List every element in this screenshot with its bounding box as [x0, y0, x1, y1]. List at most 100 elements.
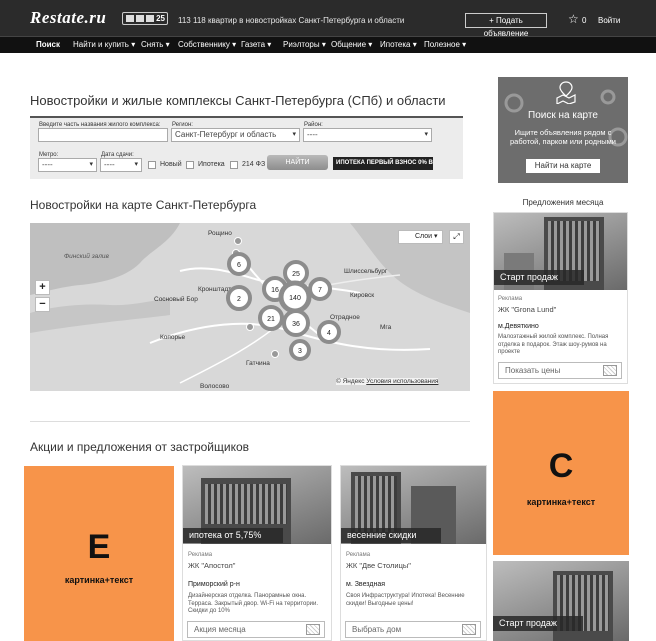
nav-item-mortgage[interactable]: Ипотека ▾ — [380, 40, 417, 49]
place-label: Копорье — [160, 334, 186, 341]
map-attribution: © Яндекс Условия использования — [336, 378, 439, 385]
mortgage-promo-banner[interactable]: ИПОТЕКА ПЕРВЫЙ ВЗНОС 0% ВОТ ЭТО ДА! — [333, 157, 433, 170]
offer-ribbon: Старт продаж — [494, 270, 584, 285]
law214-checkbox-label: 214 ФЗ — [242, 161, 266, 168]
map-cluster[interactable]: 6 — [227, 252, 251, 276]
fullscreen-icon[interactable]: ⤢ — [449, 230, 464, 244]
map-pin-icon[interactable] — [271, 350, 279, 358]
nav-item-community[interactable]: Общение ▾ — [331, 40, 372, 49]
cluster-count: 21 — [267, 316, 275, 323]
find-button[interactable]: НАЙТИ — [267, 155, 328, 170]
main-nav: Поиск Найти и купить ▾ Снять ▾ Собственн… — [0, 36, 656, 53]
place-label: Кировск — [350, 292, 374, 299]
complex-location: м.Девяткино — [498, 323, 539, 330]
cluster-count: 4 — [327, 330, 331, 337]
mortgage-checkbox[interactable] — [186, 161, 194, 169]
ad-label: Реклама — [188, 552, 213, 558]
anniversary-badge: 25 — [122, 12, 168, 25]
badge-number: 25 — [156, 14, 165, 23]
cluster-count: 16 — [271, 287, 279, 294]
map-terms-link[interactable]: Условия использования — [366, 378, 438, 385]
map-thumb-icon — [462, 624, 476, 635]
offer-ribbon: ипотека от 5,75% — [183, 528, 283, 543]
map-thumb-icon — [603, 365, 617, 376]
map-cluster[interactable]: 4 — [317, 320, 341, 344]
site-logo[interactable]: Restate.ru — [30, 8, 106, 28]
map-pin-icon[interactable] — [234, 237, 242, 245]
complex-location: м. Звездная — [346, 581, 385, 588]
nav-item-buy[interactable]: Найти и купить ▾ — [73, 40, 135, 49]
nav-item-newspaper[interactable]: Газета ▾ — [241, 40, 271, 49]
map-pin-icon — [556, 81, 576, 104]
map-cluster[interactable]: 21 — [258, 305, 284, 331]
mortgage-checkbox-label: Ипотека — [198, 161, 225, 168]
complex-name-input[interactable] — [38, 128, 168, 142]
place-label: Финский залив — [64, 252, 109, 260]
bay-water — [30, 298, 170, 333]
complex-location: Приморский р-н — [188, 581, 240, 588]
cluster-count: 7 — [318, 287, 322, 294]
cluster-count: 3 — [298, 348, 302, 355]
section-divider — [30, 421, 470, 422]
complex-name[interactable]: ЖК "Две Столицы" — [346, 561, 411, 570]
top-bar: Restate.ru 25 113 118 квартир в новостро… — [0, 0, 656, 38]
header-tagline: 113 118 квартир в новостройках Санкт-Пет… — [178, 16, 405, 25]
offer-ribbon: Старт продаж — [493, 616, 583, 631]
cluster-count: 36 — [292, 321, 300, 328]
cluster-count: 140 — [289, 295, 301, 302]
complex-name[interactable]: ЖК "Grona Lund" — [498, 305, 556, 314]
offer-action-button[interactable]: Акция месяца — [187, 621, 325, 638]
complex-description: Своя Инфраструктура! Ипотека! Весенние с… — [346, 593, 465, 607]
map-cluster[interactable]: 36 — [282, 309, 310, 337]
law214-checkbox[interactable] — [230, 161, 238, 169]
cluster-count: 25 — [292, 271, 300, 278]
post-ad-button[interactable]: + Подать объявление — [465, 13, 547, 38]
page-title: Новостройки и жилые комплексы Санкт-Пете… — [30, 93, 446, 108]
map-cluster[interactable]: 2 — [226, 285, 252, 311]
nav-item-realtors[interactable]: Риэлторы ▾ — [283, 40, 326, 49]
new-checkbox[interactable] — [148, 161, 156, 169]
badge-segment — [146, 15, 154, 22]
region-select[interactable]: Санкт-Петербург и область — [171, 128, 300, 142]
complex-name[interactable]: ЖК "Апостол" — [188, 561, 235, 570]
login-link[interactable]: Войти — [598, 16, 620, 25]
zoom-in-button[interactable]: + — [35, 280, 50, 295]
nav-item-useful[interactable]: Полезное ▾ — [424, 40, 466, 49]
offer-action-button[interactable]: Выбрать дом — [345, 621, 481, 638]
badge-segment — [126, 15, 134, 22]
complex-description: Малоэтажный жилой комплекс. Полная отдел… — [498, 334, 609, 355]
date-select[interactable]: ---- — [100, 158, 142, 172]
map-layers-button[interactable]: Слои ▾ — [398, 230, 443, 244]
ad-label: Реклама — [346, 552, 371, 558]
place-label: Кронштадт — [198, 286, 231, 293]
map-search-title: Поиск на карте — [528, 110, 598, 121]
badge-segment — [136, 15, 144, 22]
place-label: Мга — [380, 324, 392, 331]
ad-label: Реклама — [498, 296, 523, 302]
map-cluster[interactable]: 3 — [289, 339, 311, 361]
nav-item-search[interactable]: Поиск — [36, 40, 60, 49]
map-pin-icon[interactable] — [246, 323, 254, 331]
nav-item-rent[interactable]: Снять ▾ — [141, 40, 170, 49]
offer-ribbon: весенние скидки — [341, 528, 441, 543]
zoom-out-button[interactable]: − — [35, 297, 50, 312]
place-label: Сосновый Бор — [154, 295, 198, 303]
cluster-count: 2 — [237, 296, 241, 303]
map-cluster[interactable]: 140 — [278, 280, 312, 314]
layers-label: Слои — [415, 233, 433, 240]
show-prices-button[interactable]: Показать цены — [498, 362, 622, 379]
map-canvas[interactable]: Рощино Финский залив Кронштадт Сосновый … — [30, 223, 470, 391]
nav-item-owner[interactable]: Собственнику ▾ — [178, 40, 236, 49]
map-cluster[interactable]: 7 — [308, 277, 332, 301]
show-prices-label: Показать цены — [505, 366, 561, 375]
place-label: Отрадное — [330, 314, 360, 321]
find-on-map-button[interactable]: Найти на карте — [526, 159, 600, 173]
new-buildings-map[interactable]: Рощино Финский залив Кронштадт Сосновый … — [30, 223, 470, 391]
favorites-star-icon[interactable]: ☆ — [568, 13, 579, 25]
metro-select[interactable]: ---- — [38, 158, 97, 172]
building-windows — [205, 484, 287, 524]
district-select[interactable]: ---- — [303, 128, 432, 142]
new-checkbox-label: Новый — [160, 161, 182, 168]
map-thumb-icon — [306, 624, 320, 635]
offer-action-label: Выбрать дом — [352, 625, 402, 634]
